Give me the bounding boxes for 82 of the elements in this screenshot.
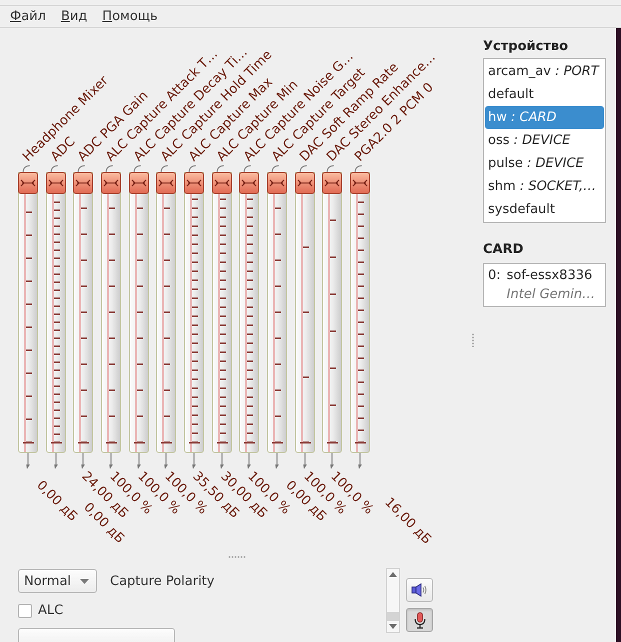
slider-handle[interactable] xyxy=(350,172,370,194)
device-list-item[interactable]: default xyxy=(485,83,604,106)
device-list-item[interactable]: sysdefault xyxy=(485,198,604,221)
playback-button[interactable] xyxy=(406,578,433,602)
slider-track[interactable] xyxy=(239,172,260,453)
slider-handle[interactable] xyxy=(73,172,94,194)
label-leader-line xyxy=(354,165,362,172)
card-description[interactable]: Intel Gemin… xyxy=(506,285,596,304)
slider-track[interactable] xyxy=(184,172,204,453)
slider-track[interactable] xyxy=(212,172,232,453)
slider-track[interactable] xyxy=(128,172,149,453)
slider-track[interactable] xyxy=(73,172,94,453)
label-leader-line xyxy=(188,165,196,172)
caret-icon xyxy=(80,578,89,584)
value-leader-line xyxy=(162,453,170,469)
label-leader-line xyxy=(132,165,141,172)
value-leader-line xyxy=(106,453,115,469)
slider-track[interactable] xyxy=(294,172,315,453)
slider-handle[interactable] xyxy=(128,172,149,194)
microphone-icon xyxy=(414,612,426,628)
pane-resize-handle[interactable] xyxy=(472,333,474,347)
value-leader-line xyxy=(272,453,281,469)
device-list-item[interactable]: hw : CARD xyxy=(485,106,604,129)
dropdown[interactable]: Normal xyxy=(18,569,97,593)
value-leader-line xyxy=(245,453,254,469)
slider-handle[interactable] xyxy=(156,172,176,194)
label-leader-line xyxy=(104,165,113,172)
value-leader-line xyxy=(79,453,88,469)
slider-handle[interactable] xyxy=(239,172,260,194)
label-leader-line xyxy=(160,165,168,172)
slider-track[interactable] xyxy=(46,172,66,453)
scrollbar-thumb[interactable] xyxy=(387,612,399,621)
device-list-item[interactable]: arcam_av : PORT xyxy=(485,60,604,83)
section-title: Устройство xyxy=(483,38,570,56)
slider-handle[interactable] xyxy=(18,172,38,194)
value-leader-line xyxy=(218,453,226,469)
slider-track[interactable] xyxy=(266,172,287,453)
device-list-item[interactable]: shm : SOCKET,… xyxy=(485,175,604,198)
slider-handle[interactable] xyxy=(46,172,66,194)
menu-item[interactable]: Помощь xyxy=(102,9,158,24)
value-leader-line xyxy=(134,453,143,469)
pane-resize-handle[interactable] xyxy=(228,556,246,558)
slider-track[interactable] xyxy=(350,172,370,453)
slider-handle[interactable] xyxy=(322,172,342,194)
value-leader-line xyxy=(328,453,336,469)
card-index[interactable]: 0: xyxy=(488,266,501,285)
scroll-down-icon[interactable] xyxy=(389,624,397,629)
value-leader-line xyxy=(24,453,32,469)
label-leader-line xyxy=(77,165,86,172)
slider-track[interactable] xyxy=(156,172,176,453)
slider-handle[interactable] xyxy=(266,172,287,194)
slider-handle[interactable] xyxy=(294,172,315,194)
label-leader-line xyxy=(216,165,224,172)
slider-track[interactable] xyxy=(100,172,121,453)
value-leader-line xyxy=(190,453,198,469)
value-leader-line xyxy=(356,453,364,469)
checkbox-label: ALC xyxy=(38,603,64,618)
slider-track[interactable] xyxy=(322,172,342,453)
slider-track[interactable] xyxy=(18,172,38,453)
menu-item[interactable]: Вид xyxy=(60,9,88,24)
speaker-icon xyxy=(411,583,428,597)
slider-handle[interactable] xyxy=(184,172,204,194)
value-leader-line xyxy=(300,453,309,469)
value-leader-line xyxy=(52,453,60,469)
label-leader-line xyxy=(326,165,334,172)
slider-handle[interactable] xyxy=(212,172,232,194)
capture-button[interactable] xyxy=(406,608,433,632)
control-label: Capture Polarity xyxy=(110,574,214,588)
label-leader-line xyxy=(270,165,279,172)
card-name[interactable]: sof-essx8336 xyxy=(506,266,596,285)
label-leader-line xyxy=(22,165,30,172)
checkbox[interactable] xyxy=(18,604,32,618)
scrollbar[interactable] xyxy=(386,568,400,633)
menu-item[interactable]: Файл xyxy=(10,9,46,24)
label-leader-line xyxy=(298,165,307,172)
slider-handle[interactable] xyxy=(100,172,121,194)
label-leader-line xyxy=(50,165,58,172)
label-leader-line xyxy=(243,165,252,172)
scroll-up-icon[interactable] xyxy=(389,572,397,577)
device-list-item[interactable]: oss : DEVICE xyxy=(485,129,604,152)
section-title: CARD xyxy=(483,241,524,259)
device-list-item[interactable]: pulse : DEVICE xyxy=(485,152,604,175)
